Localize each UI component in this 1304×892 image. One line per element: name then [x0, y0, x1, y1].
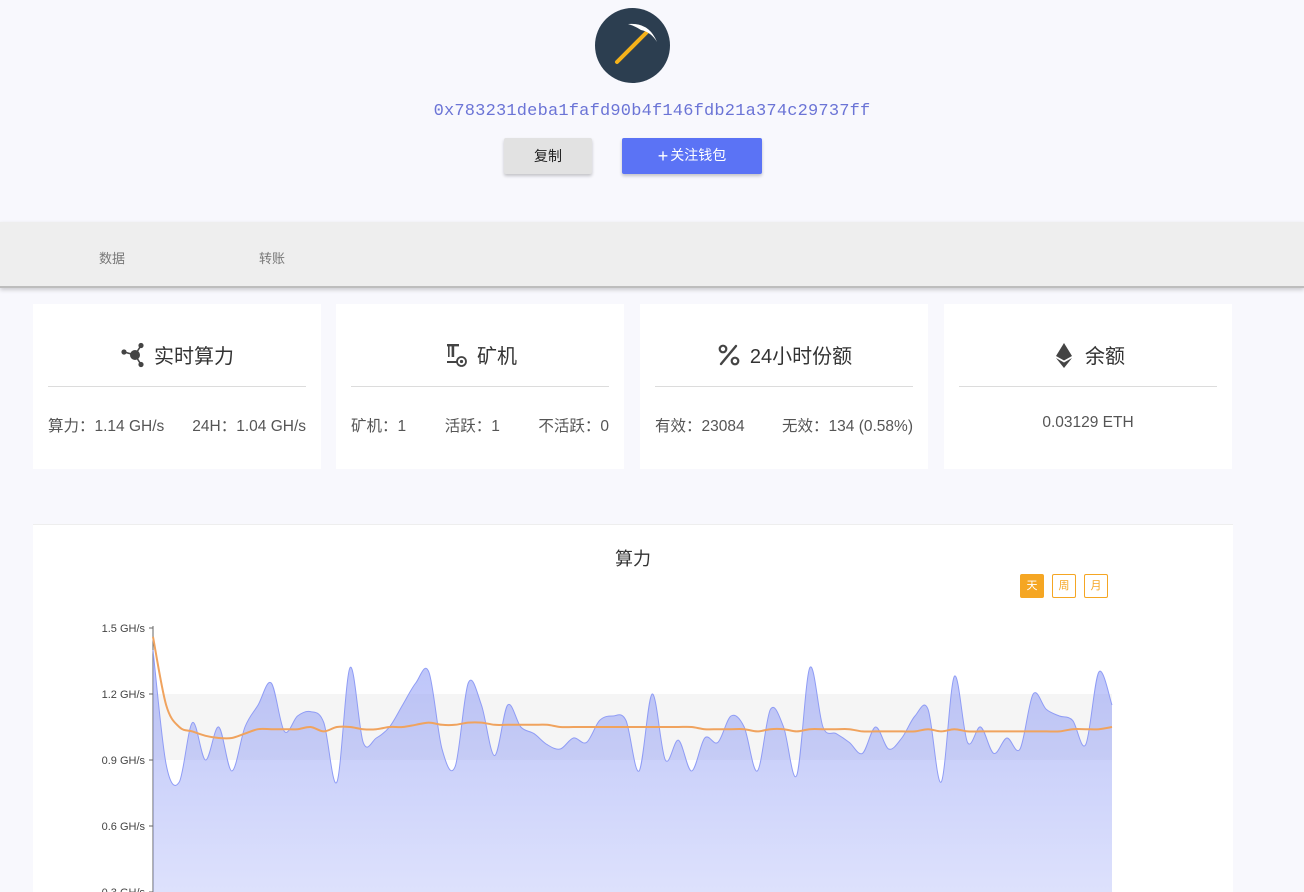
shares-stats: 有效：23084 无效：134 (0.58%) — [655, 414, 913, 436]
hashrate-24h: 24H：1.04 GH/s — [192, 418, 306, 435]
section-tabs: 数据 转账 — [0, 222, 1304, 288]
divider — [655, 386, 913, 387]
shares-card: 24小时份额 有效：23084 无效：134 (0.58%) — [640, 304, 928, 469]
miners-stats: 矿机：1 活跃：1 不活跃：0 — [351, 414, 609, 436]
y-tick-label: 1.2 GH/s — [102, 689, 146, 701]
shares-title: 24小时份额 — [749, 346, 853, 368]
hashrate-chart: 1.5 GH/s 1.2 GH/s 0.9 GH/s 0.6 GH/s 0.3 GH/s — [102, 623, 1113, 892]
follow-wallet-label: 关注钱包 — [670, 147, 727, 163]
plus-icon: + — [657, 146, 669, 166]
ethereum-icon — [1056, 343, 1072, 368]
hashrate-stats: 算力：1.14 GH/s 24H：1.04 GH/s — [48, 414, 306, 436]
y-tick-label: 0.3 GH/s — [102, 887, 146, 892]
miners-inactive: 不活跃：0 — [538, 418, 609, 435]
y-tick-label: 0.9 GH/s — [102, 755, 146, 767]
miners-card-title: 矿机 — [336, 340, 624, 369]
wallet-avatar — [595, 8, 670, 83]
balance-title: 余额 — [1085, 346, 1125, 368]
hashrate-card-title: 实时算力 — [33, 340, 321, 369]
divider — [959, 386, 1217, 387]
wallet-address[interactable]: 0x783231deba1fafd90b4f146fdb21a374c29737… — [0, 102, 1304, 121]
miners-card: 矿机 矿机：1 活跃：1 不活跃：0 — [336, 304, 624, 469]
current-hashrate: 算力：1.14 GH/s — [48, 418, 165, 435]
miners-title: 矿机 — [477, 346, 517, 368]
valid-shares: 有效：23084 — [655, 418, 745, 435]
percent-icon — [718, 344, 740, 366]
balance-card: 余额 0.03129 ETH — [944, 304, 1232, 469]
shares-card-title: 24小时份额 — [640, 340, 928, 369]
miner-rig-icon — [447, 344, 467, 367]
balance-stats: 0.03129 ETH — [959, 414, 1217, 432]
divider — [48, 386, 306, 387]
y-tick-label: 1.5 GH/s — [102, 623, 146, 635]
hashrate-card: 实时算力 算力：1.14 GH/s 24H：1.04 GH/s — [33, 304, 321, 469]
tab-data[interactable]: 数据 — [99, 248, 125, 267]
balance-card-title: 余额 — [944, 340, 1232, 369]
miners-active: 活跃：1 — [444, 418, 500, 435]
invalid-shares: 无效：134 (0.58%) — [782, 418, 913, 435]
hashrate-title: 实时算力 — [154, 346, 234, 368]
copy-address-button[interactable]: 复制 — [504, 138, 592, 174]
hashrate-area — [153, 650, 1112, 892]
hashrate-chart-card: 算力 天 周 月 1.5 GH/s 1.2 GH/s 0.9 GH/s 0.6 GH/… — [33, 524, 1233, 892]
balance-amount: 0.03129 ETH — [1042, 414, 1134, 431]
wallet-header: 0x783231deba1fafd90b4f146fdb21a374c29737… — [0, 0, 1304, 222]
miners-total: 矿机：1 — [351, 418, 407, 435]
molecule-icon — [121, 342, 144, 368]
y-tick-label: 0.6 GH/s — [102, 821, 146, 833]
follow-wallet-button[interactable]: + 关注钱包 — [622, 138, 762, 174]
tab-transfer[interactable]: 转账 — [259, 248, 285, 267]
pickaxe-icon — [615, 23, 657, 64]
divider — [351, 386, 609, 387]
